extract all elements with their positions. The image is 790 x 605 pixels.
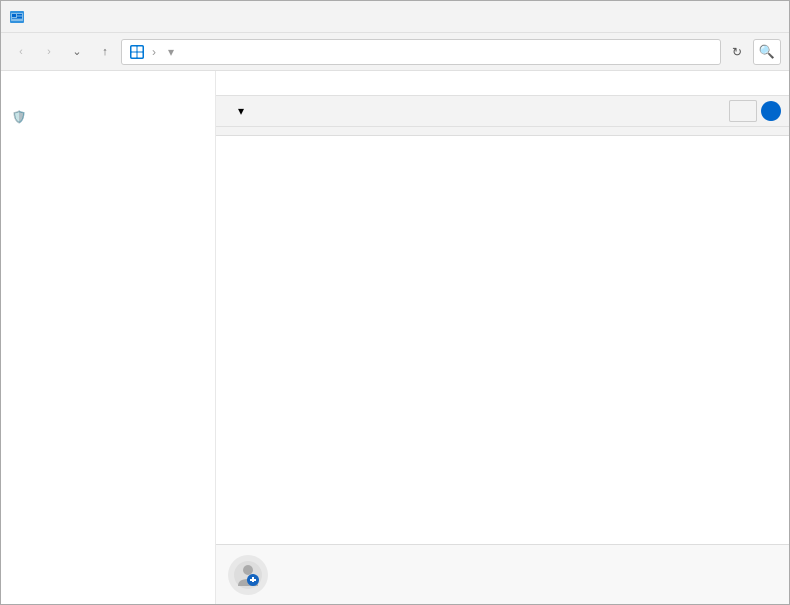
address-box[interactable]: › ▾ (121, 39, 721, 65)
address-dropdown-icon: ▾ (168, 45, 174, 59)
forward-button[interactable]: › (37, 40, 61, 64)
status-icon (228, 555, 268, 595)
right-panel: ▾ (216, 71, 789, 604)
help-button[interactable] (761, 101, 781, 121)
refresh-button[interactable]: ↻ (725, 40, 749, 64)
list-header (216, 127, 789, 136)
shield-icon: 🛡️ (11, 109, 27, 125)
close-button[interactable] (735, 1, 781, 33)
list-toolbar: ▾ (216, 95, 789, 127)
address-bar: ‹ › ⌄ ↑ › ▾ ↻ 🔍 (1, 33, 789, 71)
window-icon (9, 9, 25, 25)
maximize-button[interactable] (689, 1, 735, 33)
up-button[interactable]: ↑ (93, 40, 117, 64)
sidebar: 🛡️ (1, 71, 216, 604)
organize-dropdown-icon: ▾ (238, 104, 244, 118)
window-controls (643, 1, 781, 33)
panel-header (216, 71, 789, 95)
title-bar (1, 1, 789, 33)
sidebar-item-features[interactable]: 🛡️ (11, 109, 205, 125)
main-content: 🛡️ ▾ (1, 71, 789, 604)
status-bar (216, 544, 789, 604)
program-list[interactable] (216, 136, 789, 544)
dropdown-recent-button[interactable]: ⌄ (65, 40, 89, 64)
back-button[interactable]: ‹ (9, 40, 33, 64)
minimize-button[interactable] (643, 1, 689, 33)
programs-features-window: ‹ › ⌄ ↑ › ▾ ↻ 🔍 🛡️ (0, 0, 790, 605)
view-button[interactable] (729, 100, 757, 122)
search-button[interactable]: 🔍 (753, 39, 781, 65)
organize-button[interactable]: ▾ (224, 100, 255, 122)
address-sep1: › (152, 45, 156, 59)
uninstall-button[interactable] (259, 107, 281, 115)
